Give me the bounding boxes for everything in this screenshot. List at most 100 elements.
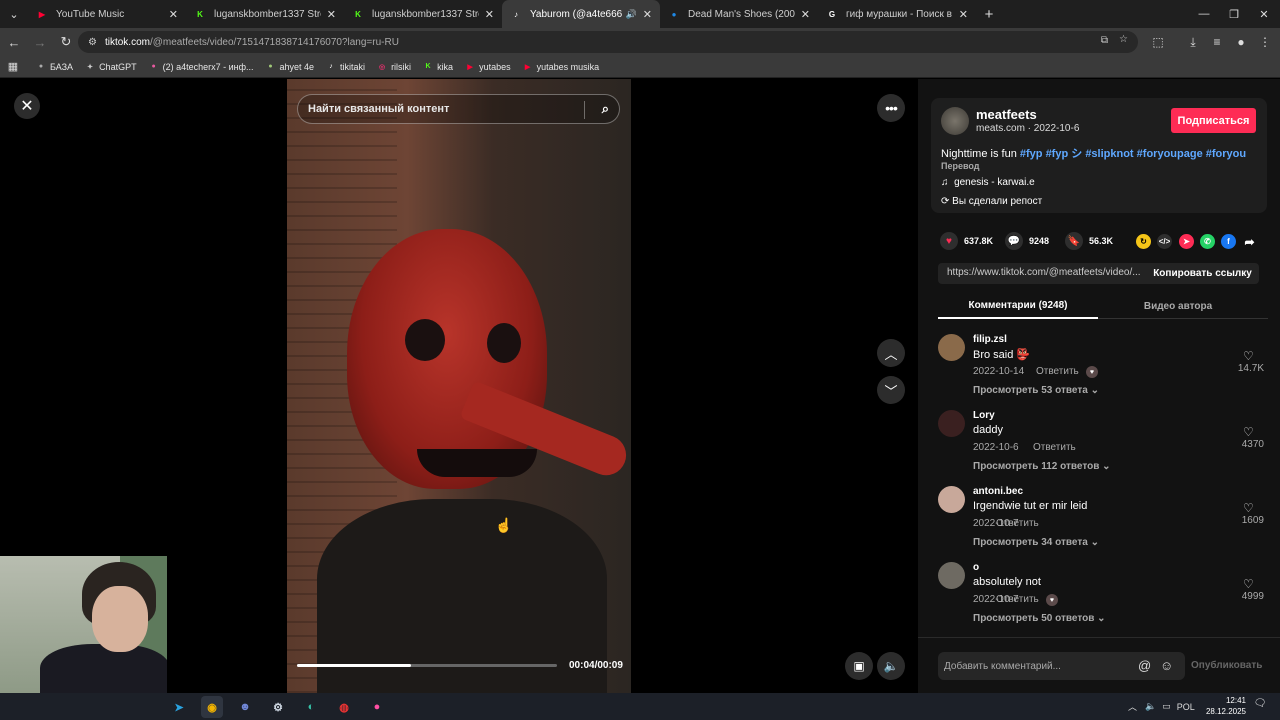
post-comment-button[interactable]: Опубликовать [1191,660,1262,671]
view-replies-button[interactable]: Просмотреть 50 ответов ⌄ [973,613,1106,624]
extensions-icon[interactable]: ⬚ [1146,30,1170,54]
comment-like-icon[interactable]: ♡ [1243,501,1254,515]
commenter-avatar[interactable] [938,562,965,589]
site-info-icon[interactable]: ⚙ [88,37,97,48]
speaker-icon[interactable]: 🔈 [1145,701,1156,712]
share-link-url[interactable]: https://www.tiktok.com/@meatfeets/video/… [947,267,1143,278]
restore-icon[interactable]: ❐ [1218,0,1250,28]
commenter-avatar[interactable] [938,410,965,437]
comment-input[interactable]: Добавить комментарий... @ ☺ [938,652,1185,680]
bookmark-item[interactable]: ● (2) a4techerx7 - инф... [149,62,253,72]
minimize-icon[interactable]: — [1188,0,1220,28]
next-video-button[interactable]: ﹀ [877,376,905,404]
reply-button[interactable]: Ответить [996,518,1039,529]
apps-grid-icon[interactable]: ▦ [0,60,26,73]
commenter-avatar[interactable] [938,486,965,513]
mention-icon[interactable]: @ [1138,658,1151,673]
hashtag-link[interactable]: #foryoupage [1137,148,1203,160]
new-tab-button[interactable]: + [976,6,1002,23]
tab-close-icon[interactable]: ✕ [327,8,336,21]
browser-tab[interactable]: Kluganskbomber1337 Stream - V ✕ [344,0,502,28]
save-button[interactable]: 🔖 56.3K [1065,232,1113,250]
tab-close-icon[interactable]: ✕ [643,8,652,21]
reply-button[interactable]: Ответить [1033,442,1076,453]
media-control-icon[interactable]: ≡ [1205,30,1229,54]
download-icon[interactable]: ⤓ [1181,30,1205,54]
tab-search-chevron-icon[interactable]: ⌄ [0,0,28,28]
previous-video-button[interactable]: ︿ [877,339,905,367]
hashtag-link[interactable]: #fyp シ [1046,148,1083,160]
music-row[interactable]: ♫ genesis - karwai.e [941,177,1035,188]
browser-tab[interactable]: Gгиф мурашки - Поиск в Google ✕ [818,0,976,28]
hashtag-link[interactable]: #foryou [1206,148,1246,160]
discord-icon[interactable]: ☻ [234,696,256,718]
related-search-input[interactable]: Найти связанный контент ⌕ [297,94,620,124]
video-progress-bar[interactable] [297,664,557,667]
copy-link-button[interactable]: Копировать ссылку [1146,263,1259,284]
tab-close-icon[interactable]: ✕ [169,8,178,21]
share-arrow-icon[interactable]: ➦ [1242,234,1257,249]
steam-icon[interactable]: ⚙ [267,696,289,718]
view-replies-button[interactable]: Просмотреть 112 ответов ⌄ [973,461,1111,472]
emoji-icon[interactable]: ☺ [1160,658,1173,673]
follow-button[interactable]: Подписаться [1171,108,1256,133]
volume-icon[interactable]: 🔈 [877,652,905,680]
tab-audio-icon[interactable]: 🔊 [626,9,637,20]
commenter-avatar[interactable] [938,334,965,361]
comment-like-icon[interactable]: ♡ [1243,425,1254,439]
bookmark-item[interactable]: ♪ tikitaki [326,62,365,72]
view-replies-button[interactable]: Просмотреть 34 ответа ⌄ [973,537,1099,548]
install-app-icon[interactable]: ⧉ [1101,35,1108,46]
tab-author-videos[interactable]: Видео автора [1098,293,1258,319]
tab-close-icon[interactable]: ✕ [485,8,494,21]
network-icon[interactable]: ▭ [1162,701,1171,712]
browser-tab[interactable]: Kluganskbomber1337 Stream - K ✕ [186,0,344,28]
tab-comments[interactable]: Комментарии (9248) [938,293,1098,319]
browser-tab[interactable]: ▶ YouTube Music ✕ [28,0,186,28]
author-name[interactable]: meatfeets [976,107,1037,122]
comment-like-icon[interactable]: ♡ [1243,349,1254,363]
commenter-name[interactable]: o [973,562,979,573]
video-player[interactable] [287,79,631,693]
comment-like-icon[interactable]: ♡ [1243,577,1254,591]
embed-icon[interactable]: </> [1157,234,1172,249]
facebook-icon[interactable]: f [1221,234,1236,249]
tab-close-icon[interactable]: ✕ [959,8,968,21]
osu-icon[interactable]: ● [366,696,388,718]
input-language[interactable]: POL [1177,702,1195,712]
profile-avatar[interactable]: ● [1229,30,1253,54]
bookmark-item[interactable]: ▶ yutabes musika [523,62,599,72]
taskbar-clock[interactable]: 12:41 28.12.2025 [1200,695,1246,717]
commenter-name[interactable]: Lory [973,410,995,421]
floating-player-icon[interactable]: ▣ [845,652,873,680]
more-options-icon[interactable]: ••• [877,94,905,122]
notification-icon[interactable]: 🗨 [1252,698,1268,714]
send-icon[interactable]: ➤ [1179,234,1194,249]
forward-icon[interactable]: → [28,30,52,54]
close-video-button[interactable]: ✕ [14,93,40,119]
bookmark-item[interactable]: ▶ yutabes [465,62,510,72]
browser-tab[interactable]: ● Dead Man's Shoes (2004) direc ✕ [660,0,818,28]
chrome-icon[interactable]: ◉ [201,696,223,718]
like-button[interactable]: ♥ 637.8K [940,232,993,250]
author-avatar[interactable] [941,107,969,135]
back-icon[interactable]: ← [2,30,26,54]
hashtag-link[interactable]: #fyp [1020,148,1043,160]
search-icon[interactable]: ⌕ [602,101,609,117]
bookmark-item[interactable]: ✦ ChatGPT [85,62,136,72]
repost-share-icon[interactable]: ↻ [1136,234,1151,249]
commenter-name[interactable]: filip.zsl [973,334,1007,345]
url-bar[interactable]: ⚙ tiktok.com/@meatfeets/video/7151471838… [78,31,1138,53]
translate-link[interactable]: Перевод [941,161,979,171]
comment-button[interactable]: 💬 9248 [1005,232,1049,250]
edge-icon[interactable]: ◐ [300,696,322,718]
hashtag-link[interactable]: #slipknot [1085,148,1133,160]
whatsapp-icon[interactable]: ✆ [1200,234,1215,249]
commenter-name[interactable]: antoni.bec [973,486,1023,497]
obs-icon[interactable]: ◍ [333,696,355,718]
bookmark-item[interactable]: ● ahyet 4e [266,62,314,72]
reload-icon[interactable]: ↻ [54,30,78,54]
close-window-icon[interactable]: ✕ [1248,0,1280,28]
view-replies-button[interactable]: Просмотреть 53 ответа ⌄ [973,385,1099,396]
tray-chevron-icon[interactable]: ︿ [1128,700,1137,713]
